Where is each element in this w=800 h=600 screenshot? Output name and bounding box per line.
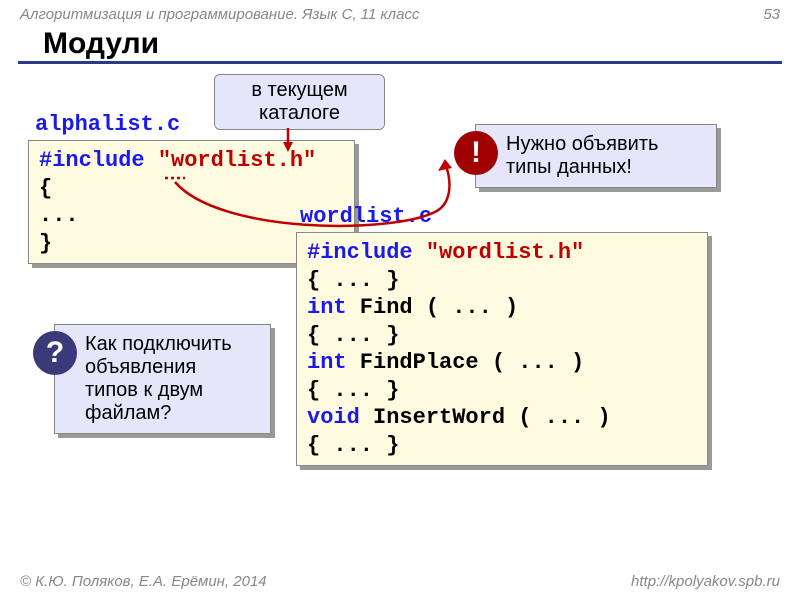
copyright: © К.Ю. Поляков, Е.А. Ерёмин, 2014 — [20, 573, 267, 590]
content-area: alphalist.c в текущем каталоге #include … — [0, 74, 800, 534]
page-number: 53 — [763, 6, 780, 23]
page-title: Модули — [18, 25, 782, 64]
connector-arrows — [0, 74, 760, 534]
course-name: Алгоритмизация и программирование. Язык … — [20, 6, 419, 23]
footer-bar: © К.Ю. Поляков, Е.А. Ерёмин, 2014 http:/… — [0, 569, 800, 594]
footer-url: http://kpolyakov.spb.ru — [631, 573, 780, 590]
header-bar: Алгоритмизация и программирование. Язык … — [0, 0, 800, 25]
